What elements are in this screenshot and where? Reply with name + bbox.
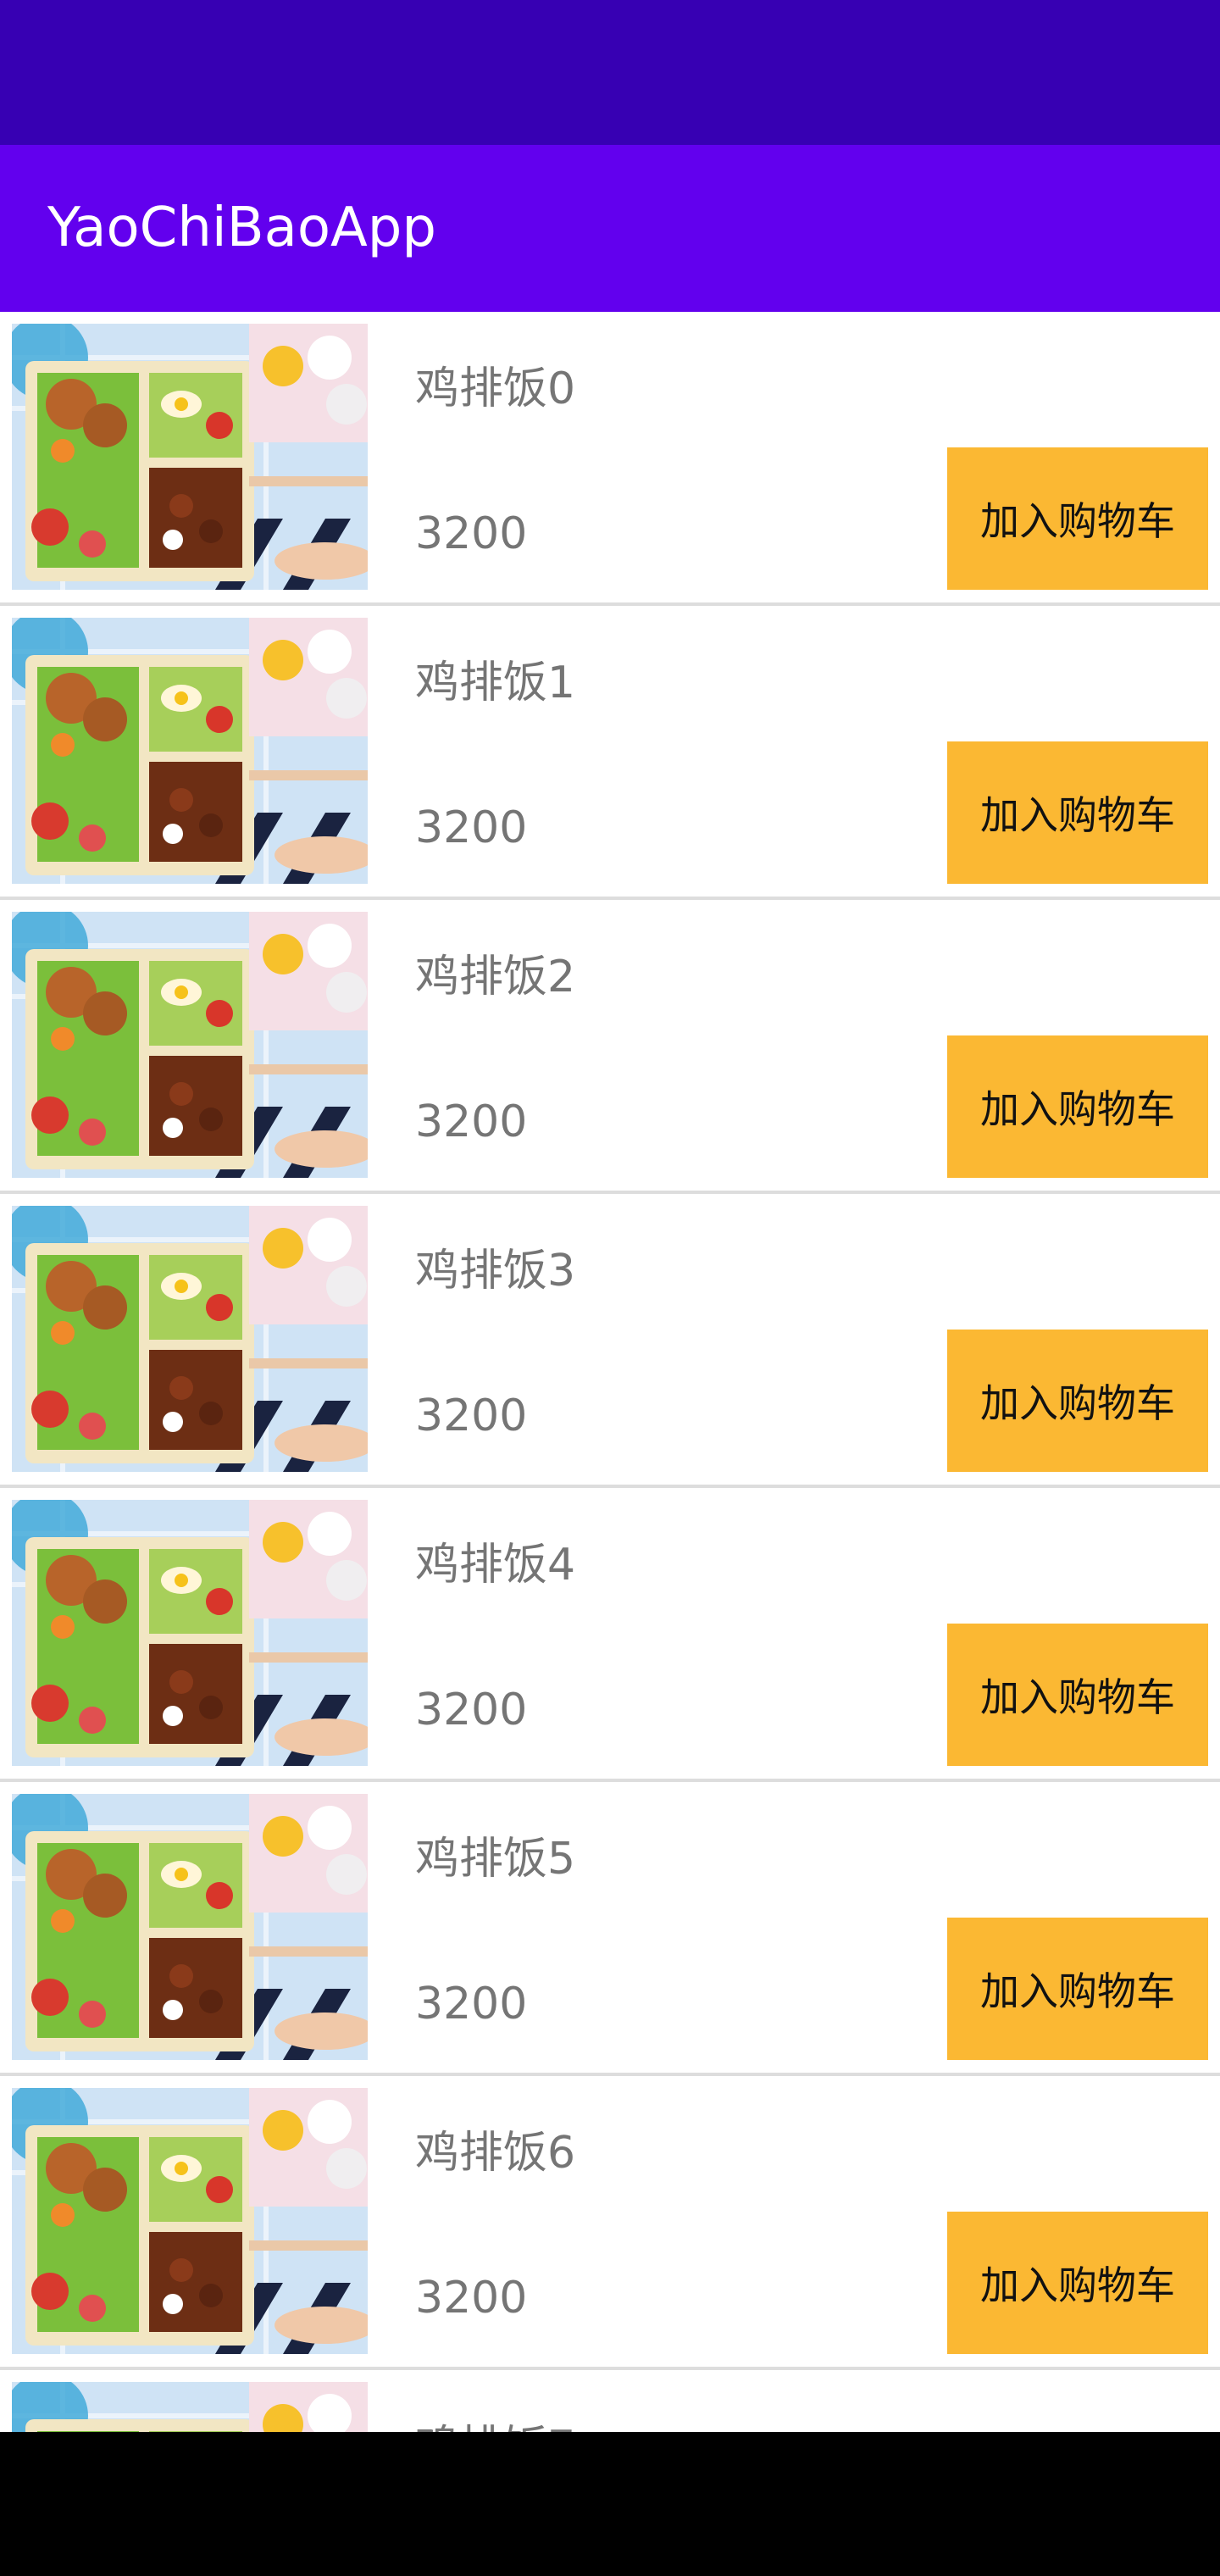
product-name: 鸡排饭4 (415, 1540, 576, 1591)
product-name: 鸡排饭5 (415, 1834, 576, 1885)
product-price: 3200 (415, 508, 528, 559)
product-image (12, 1500, 368, 1766)
product-row[interactable]: 鸡排饭5 3200 加入购物车 (0, 1782, 1220, 2076)
product-price: 3200 (415, 802, 528, 853)
add-to-cart-button[interactable]: 加入购物车 (947, 1035, 1208, 1178)
product-price: 3200 (415, 1391, 528, 1441)
product-name: 鸡排饭1 (415, 658, 576, 708)
product-row[interactable]: 鸡排饭2 3200 加入购物车 (0, 900, 1220, 1194)
product-price: 3200 (415, 1096, 528, 1147)
product-row[interactable]: 鸡排饭3 3200 加入购物车 (0, 1194, 1220, 1488)
product-name: 鸡排饭0 (415, 364, 576, 414)
add-to-cart-button[interactable]: 加入购物车 (947, 1330, 1208, 1472)
product-row[interactable]: 鸡排饭0 3200 加入购物车 (0, 312, 1220, 606)
app-title: YaoChiBaoApp (47, 197, 436, 259)
add-to-cart-button[interactable]: 加入购物车 (947, 1624, 1208, 1766)
product-name: 鸡排饭3 (415, 1246, 576, 1296)
add-to-cart-button[interactable]: 加入购物车 (947, 741, 1208, 884)
product-name: 鸡排饭2 (415, 952, 576, 1002)
product-price: 3200 (415, 1685, 528, 1735)
navigation-bar (0, 2432, 1220, 2576)
product-price: 3200 (415, 2273, 528, 2323)
product-image (12, 912, 368, 1178)
product-image (12, 618, 368, 884)
product-row[interactable]: 鸡排饭1 3200 加入购物车 (0, 606, 1220, 900)
product-image (12, 324, 368, 590)
product-image (12, 2088, 368, 2354)
add-to-cart-button[interactable]: 加入购物车 (947, 447, 1208, 590)
product-row[interactable]: 鸡排饭7 3200 加入购物车 (0, 2370, 1220, 2432)
app-bar: YaoChiBaoApp (0, 145, 1220, 312)
product-image (12, 1206, 368, 1472)
product-name: 鸡排饭6 (415, 2128, 576, 2179)
add-to-cart-button[interactable]: 加入购物车 (947, 2212, 1208, 2354)
product-row[interactable]: 鸡排饭6 3200 加入购物车 (0, 2076, 1220, 2370)
product-list[interactable]: 鸡排饭0 3200 加入购物车 鸡排饭1 3200 加入购物车 鸡排饭2 320… (0, 312, 1220, 2432)
status-bar (0, 0, 1220, 145)
product-row[interactable]: 鸡排饭4 3200 加入购物车 (0, 1488, 1220, 1782)
product-name: 鸡排饭7 (415, 2411, 575, 2432)
add-to-cart-button[interactable]: 加入购物车 (947, 1918, 1208, 2060)
product-image (12, 2382, 368, 2432)
product-image (12, 1794, 368, 2060)
product-price: 3200 (415, 1979, 528, 2029)
